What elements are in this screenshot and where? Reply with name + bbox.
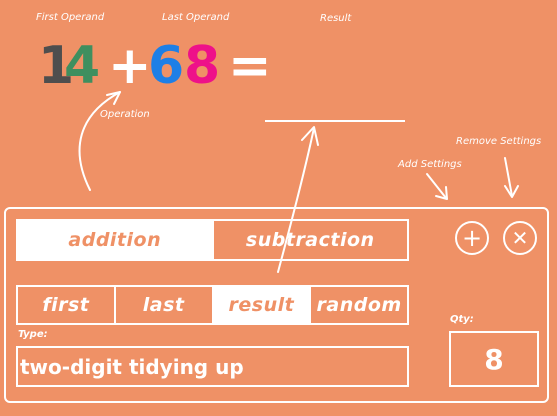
tab-first[interactable]: first <box>18 287 116 323</box>
tab-random[interactable]: random <box>311 287 407 323</box>
type-value: two-digit tidying up <box>20 354 244 379</box>
tab-subtraction[interactable]: subtraction <box>214 221 408 259</box>
close-icon: ✕ <box>511 226 529 250</box>
add-settings-button[interactable]: + <box>455 221 489 255</box>
plus-icon: + <box>461 224 483 252</box>
remove-settings-button[interactable]: ✕ <box>503 221 537 255</box>
operation-tabs: addition subtraction <box>16 219 409 261</box>
tab-addition[interactable]: addition <box>18 221 214 259</box>
target-tabs: first last result random <box>16 285 409 325</box>
qty-value: 8 <box>484 342 504 376</box>
tab-last[interactable]: last <box>116 287 214 323</box>
qty-label: Qty: <box>450 314 474 325</box>
qty-field[interactable]: 8 <box>449 331 539 387</box>
type-field[interactable]: two-digit tidying up <box>16 346 409 387</box>
type-label: Type: <box>18 329 48 340</box>
add-settings-arrow-line <box>426 173 447 199</box>
operation-arrow-line <box>78 91 121 191</box>
tab-result[interactable]: result <box>213 287 312 323</box>
